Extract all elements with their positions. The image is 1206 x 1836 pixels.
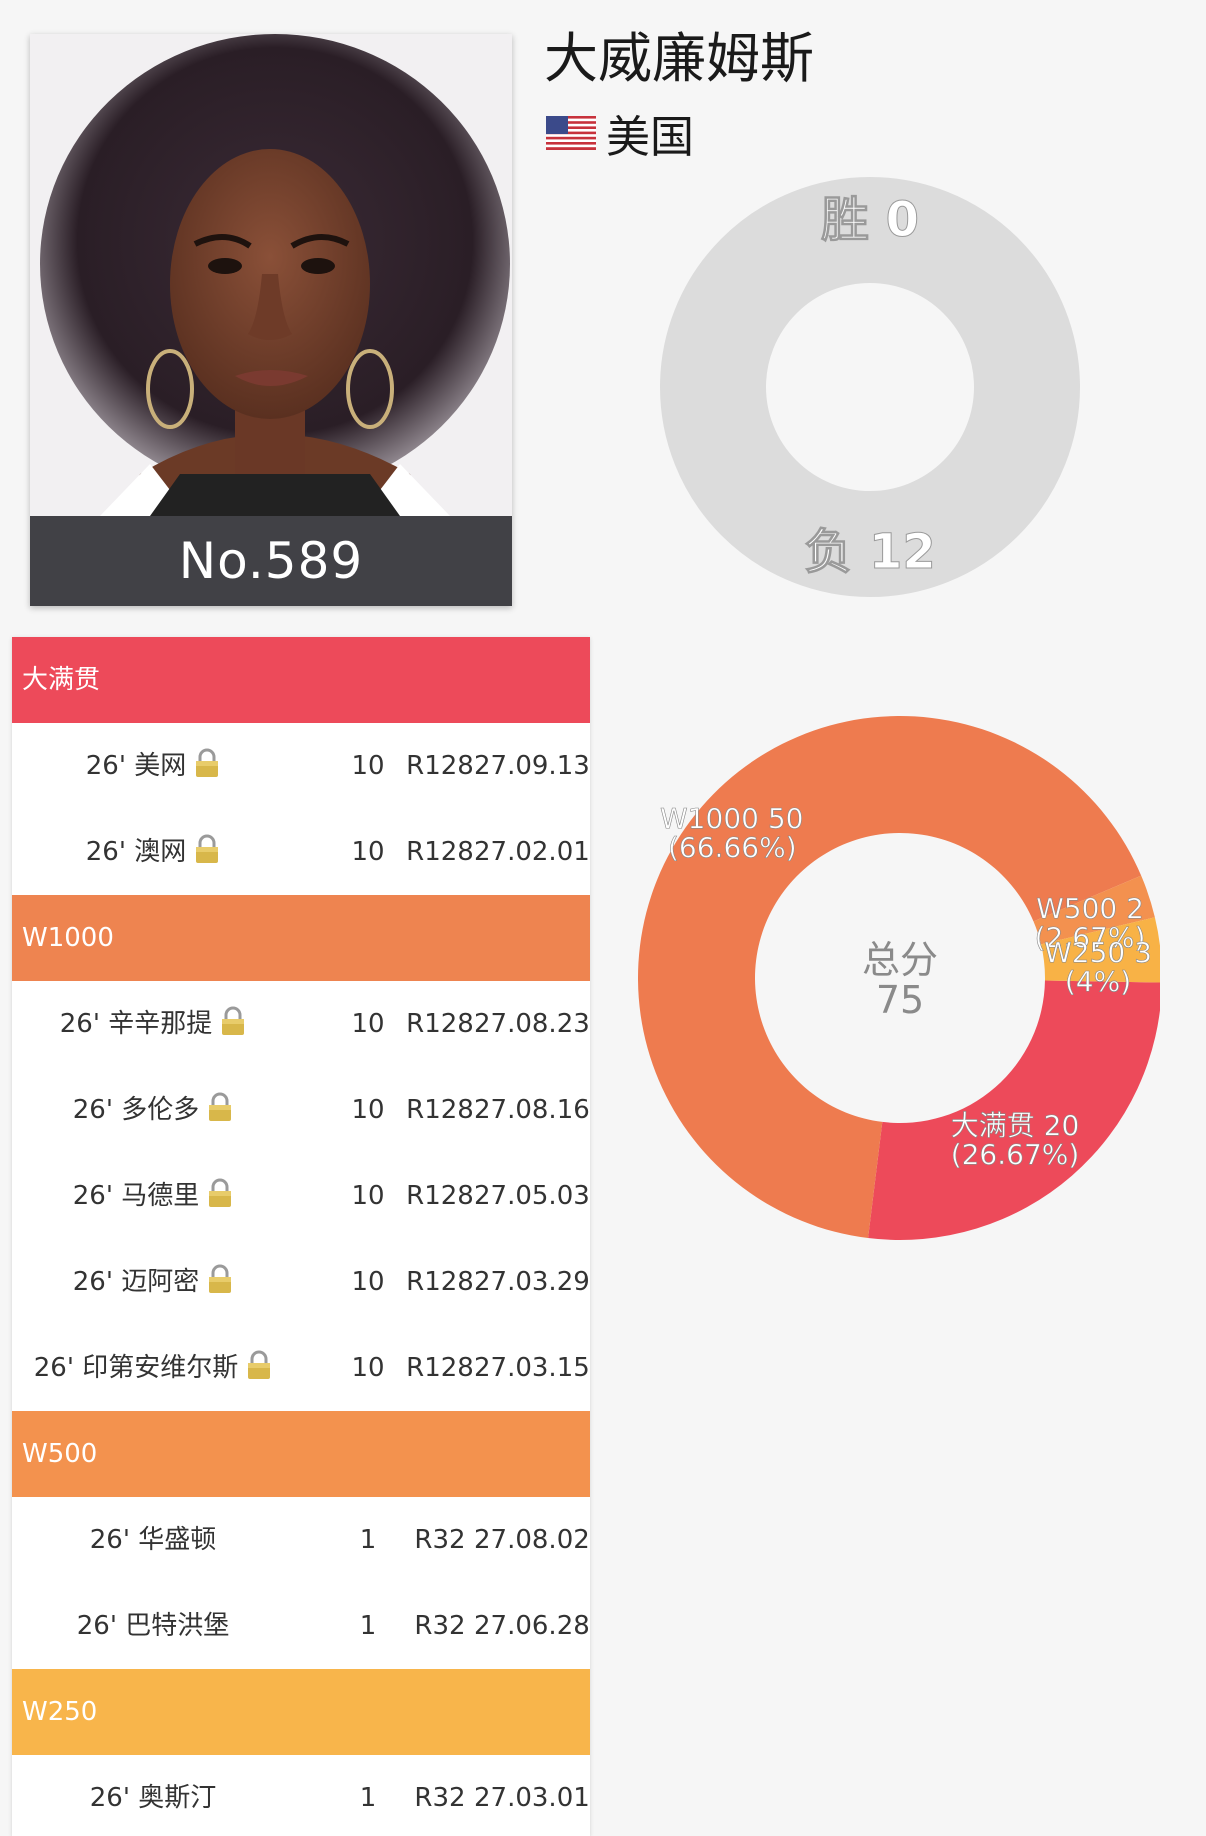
tournament-row[interactable]: 26' 澳网 10 R128 27.02.01	[12, 809, 590, 895]
tournament-name: 26' 多伦多	[12, 1067, 294, 1153]
tournament-name: 26' 巴特洪堡	[76, 1611, 230, 1641]
wins-label: 胜 0	[821, 192, 919, 248]
tournament-points: 10	[351, 1095, 385, 1125]
win-loss-ring	[660, 177, 1080, 597]
points-chart: 总分 75 大满贯 20(26.67%)W1000 50(66.66%)W500…	[638, 716, 1160, 1240]
category-header: W500	[12, 1411, 590, 1497]
lock-icon	[207, 1092, 233, 1122]
tournament-name: 26' 奥斯汀	[89, 1783, 217, 1813]
tournament-date: 27.06.28	[474, 1611, 590, 1641]
us-flag-icon	[546, 116, 596, 150]
tournament-name: 26' 辛辛那提	[12, 981, 294, 1067]
rank-label: No.589	[30, 516, 512, 606]
player-photo	[30, 34, 512, 516]
tournament-date: 27.08.16	[474, 1095, 590, 1125]
win-loss-chart: 胜 0 负 12	[660, 177, 1080, 597]
tournament-table: 大满贯 26' 美网 10 R128 27.09.13 26' 澳网 10 R128 27.02…	[12, 637, 590, 1836]
tournament-round: R32	[414, 1525, 466, 1555]
tournament-name: 26' 华盛顿	[89, 1525, 217, 1555]
tournament-round: R128	[406, 1353, 474, 1383]
tournament-row[interactable]: 26' 美网 10 R128 27.09.13	[12, 723, 590, 809]
tournament-date: 27.03.15	[474, 1353, 590, 1383]
tournament-points: 1	[359, 1783, 377, 1813]
tournament-row[interactable]: 26' 辛辛那提 10 R128 27.08.23	[12, 981, 590, 1067]
category-header: 大满贯	[12, 637, 590, 723]
lock-icon	[207, 1264, 233, 1294]
tournament-name: 26' 印第安维尔斯	[12, 1325, 294, 1411]
lock-icon	[194, 834, 220, 864]
tournament-date: 27.03.01	[474, 1783, 590, 1813]
tournament-row[interactable]: 26' 奥斯汀 1 R32 27.03.01	[12, 1755, 590, 1836]
player-name: 大威廉姆斯	[544, 27, 814, 90]
losses-label: 负 12	[804, 524, 936, 580]
player-photo-card: No.589	[30, 34, 512, 606]
tournament-points: 10	[351, 1353, 385, 1383]
tournament-row[interactable]: 26' 华盛顿 1 R32 27.08.02	[12, 1497, 590, 1583]
tournament-date: 27.02.01	[474, 837, 590, 867]
tournament-round: R128	[406, 751, 474, 781]
lock-icon	[207, 1178, 233, 1208]
tournament-points: 10	[351, 1267, 385, 1297]
country-name: 美国	[606, 112, 694, 163]
tournament-row[interactable]: 26' 多伦多 10 R128 27.08.16	[12, 1067, 590, 1153]
tournament-name: 26' 迈阿密	[12, 1239, 294, 1325]
tournament-date: 27.05.03	[474, 1181, 590, 1211]
tournament-row[interactable]: 26' 马德里 10 R128 27.05.03	[12, 1153, 590, 1239]
slice-percent: (4%)	[1065, 965, 1131, 998]
tournament-name: 26' 马德里	[12, 1153, 294, 1239]
tournament-round: R128	[406, 1267, 474, 1297]
points-center-label: 总分	[862, 938, 938, 982]
tournament-round: R128	[406, 1181, 474, 1211]
points-center-value: 75	[876, 978, 924, 1022]
tournament-row[interactable]: 26' 巴特洪堡 1 R32 27.06.28	[12, 1583, 590, 1669]
slice-percent: (26.67%)	[951, 1138, 1080, 1171]
tournament-points: 1	[359, 1525, 377, 1555]
category-header: W250	[12, 1669, 590, 1755]
tournament-points: 10	[351, 751, 385, 781]
tournament-round: R128	[406, 1009, 474, 1039]
tournament-date: 27.03.29	[474, 1267, 590, 1297]
lock-icon	[194, 748, 220, 778]
tournament-points: 10	[351, 837, 385, 867]
lock-icon	[220, 1006, 246, 1036]
tournament-row[interactable]: 26' 印第安维尔斯 10 R128 27.03.15	[12, 1325, 590, 1411]
tournament-points: 10	[351, 1009, 385, 1039]
tournament-name: 26' 澳网	[12, 809, 294, 895]
player-country: 美国	[546, 108, 694, 163]
tournament-round: R32	[414, 1783, 466, 1813]
tournament-round: R128	[406, 837, 474, 867]
slice-percent: (66.66%)	[668, 831, 797, 864]
tournament-date: 27.08.02	[474, 1525, 590, 1555]
tournament-points: 1	[359, 1611, 377, 1641]
tournament-row[interactable]: 26' 迈阿密 10 R128 27.03.29	[12, 1239, 590, 1325]
category-header: W1000	[12, 895, 590, 981]
tournament-round: R128	[406, 1095, 474, 1125]
tournament-name: 26' 美网	[12, 723, 294, 809]
tournament-date: 27.08.23	[474, 1009, 590, 1039]
tournament-date: 27.09.13	[474, 751, 590, 781]
tournament-round: R32	[414, 1611, 466, 1641]
tournament-points: 10	[351, 1181, 385, 1211]
lock-icon	[246, 1350, 272, 1380]
